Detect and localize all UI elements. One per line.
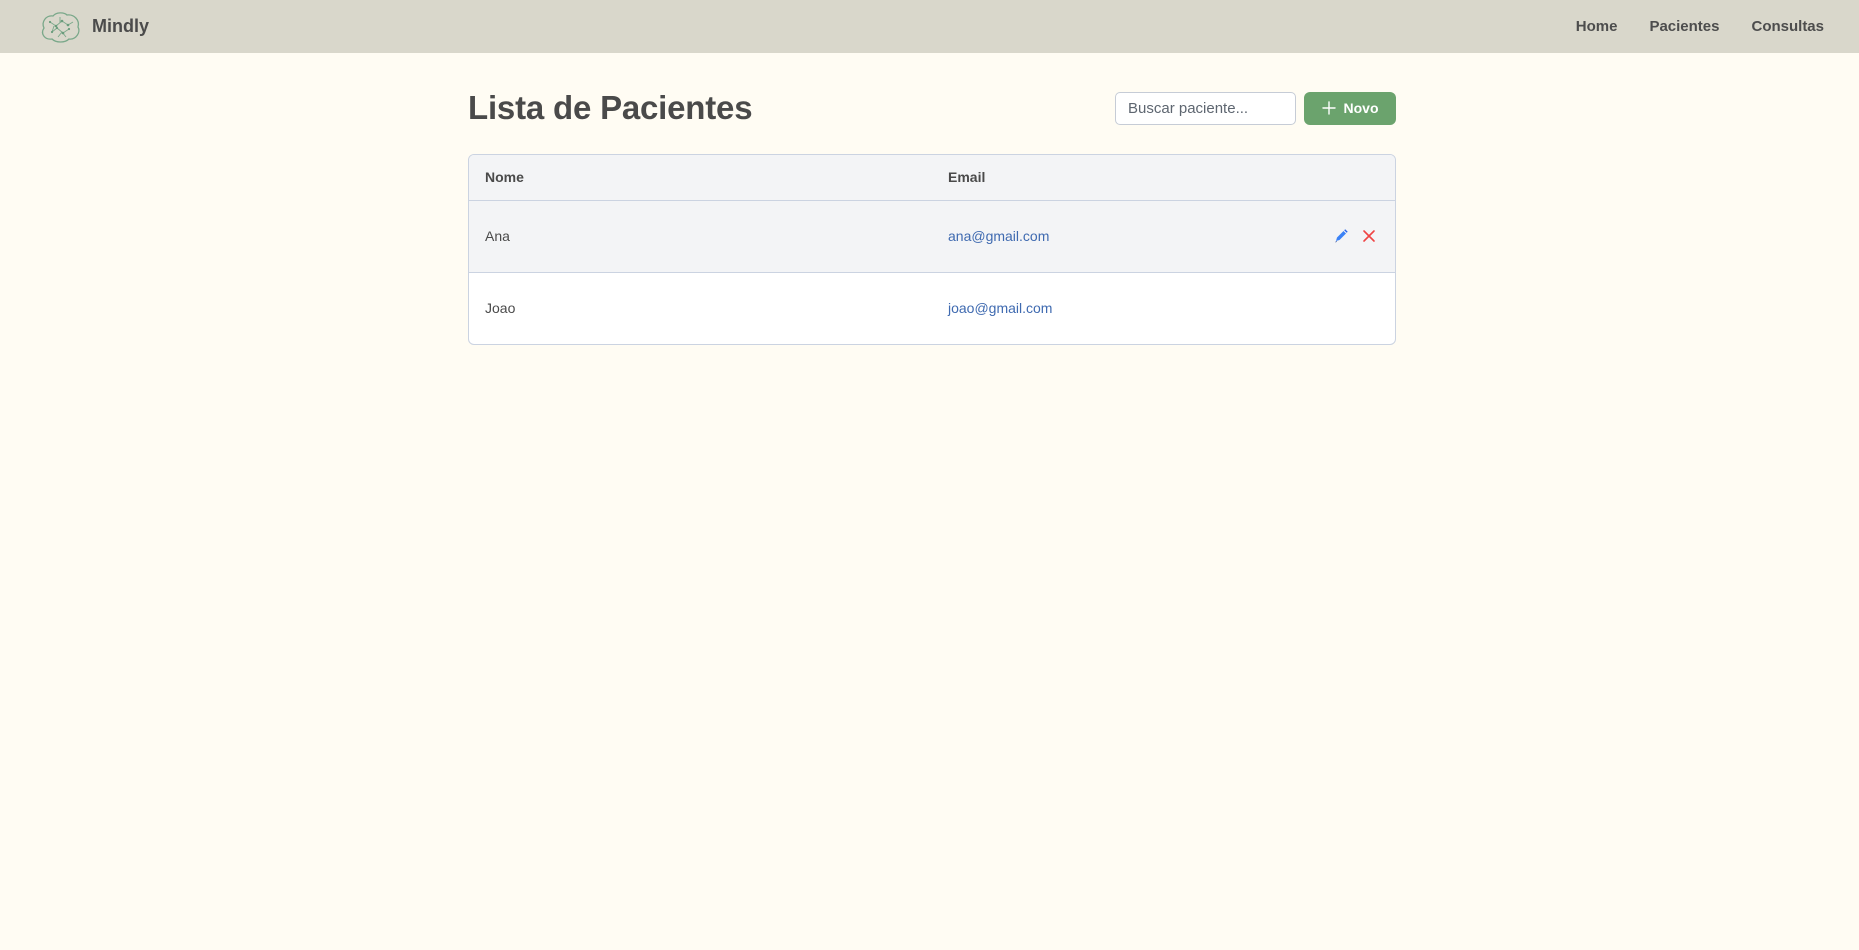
brand[interactable]: Mindly — [38, 10, 149, 44]
patient-email-cell: joao@gmail.com — [948, 300, 1053, 317]
patient-email-cell: ana@gmail.com — [948, 228, 1050, 244]
column-header-name: Nome — [485, 169, 524, 186]
main-content: Lista de Pacientes Novo Nome Email — [468, 53, 1396, 345]
page-header: Lista de Pacientes Novo — [468, 89, 1396, 126]
page-title: Lista de Pacientes — [468, 89, 753, 126]
column-header-actions — [1275, 155, 1395, 200]
patients-table-card: Nome Email Ana ana@gmail.com Joao joao@g… — [468, 154, 1396, 345]
nav-links: Home Pacientes Consultas — [1576, 18, 1824, 35]
table-row[interactable]: Ana ana@gmail.com — [469, 200, 1395, 272]
header-actions: Novo — [1115, 91, 1396, 125]
patient-name-cell: Joao — [485, 300, 516, 317]
row-actions-cell — [1275, 200, 1395, 272]
table-body: Ana ana@gmail.com Joao joao@gmail.com — [469, 200, 1395, 344]
column-header-email: Email — [948, 169, 986, 186]
table-header: Nome Email — [469, 155, 1395, 200]
nav-link-consultas[interactable]: Consultas — [1751, 18, 1824, 35]
nav-link-home[interactable]: Home — [1576, 18, 1618, 35]
table-header-row: Nome Email — [469, 155, 1395, 200]
patients-table: Nome Email Ana ana@gmail.com Joao joao@g… — [469, 155, 1395, 344]
new-patient-button[interactable]: Novo — [1304, 91, 1396, 125]
brand-name: Mindly — [92, 16, 149, 36]
row-actions — [1291, 228, 1379, 244]
edit-pencil-icon[interactable] — [1333, 228, 1349, 244]
row-actions-cell — [1275, 272, 1395, 344]
patient-name-cell: Ana — [485, 228, 510, 244]
brain-logo-icon — [41, 11, 80, 43]
top-navbar: Mindly Home Pacientes Consultas — [0, 0, 1859, 53]
new-button-label: Novo — [1343, 100, 1379, 116]
plus-icon — [1321, 101, 1336, 115]
search-input[interactable] — [1115, 91, 1296, 125]
table-row[interactable]: Joao joao@gmail.com — [469, 272, 1395, 344]
nav-link-pacientes[interactable]: Pacientes — [1649, 18, 1719, 35]
delete-x-icon[interactable] — [1361, 228, 1377, 244]
